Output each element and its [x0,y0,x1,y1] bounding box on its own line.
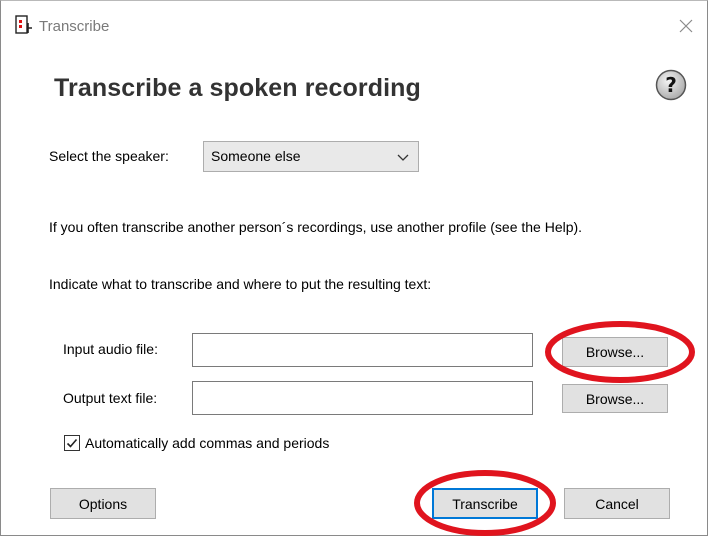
chevron-down-icon [397,154,409,161]
browse-input-button[interactable]: Browse... [562,337,668,367]
auto-punctuation-checkbox[interactable] [64,435,80,451]
window-title: Transcribe [39,18,110,35]
browse-output-button[interactable]: Browse... [562,384,668,413]
profile-note: If you often transcribe another person´s… [49,219,583,235]
cancel-button[interactable]: Cancel [564,488,670,519]
transcribe-button[interactable]: Transcribe [432,488,538,519]
auto-punctuation-label[interactable]: Automatically add commas and periods [85,435,329,451]
dialog-heading: Transcribe a spoken recording [54,74,421,102]
help-button[interactable]: ? [655,69,687,101]
checkmark-icon [66,438,78,448]
speaker-select-value: Someone else [211,148,301,164]
transcribe-dialog: Transcribe Transcribe a spoken recording… [0,0,708,536]
title-bar[interactable]: Transcribe [1,1,707,45]
close-icon [679,19,693,33]
output-text-field[interactable] [192,381,533,415]
indicate-note: Indicate what to transcribe and where to… [49,276,432,292]
output-text-label: Output text file: [63,390,158,406]
input-audio-field[interactable] [192,333,533,367]
speaker-label: Select the speaker: [49,148,169,164]
options-button[interactable]: Options [50,488,156,519]
close-button[interactable] [673,13,699,39]
speaker-select[interactable]: Someone else [203,141,419,172]
help-question-icon: ? [655,69,687,101]
app-document-icon [15,15,33,35]
svg-text:?: ? [665,73,677,97]
input-audio-label: Input audio file: [63,341,158,357]
